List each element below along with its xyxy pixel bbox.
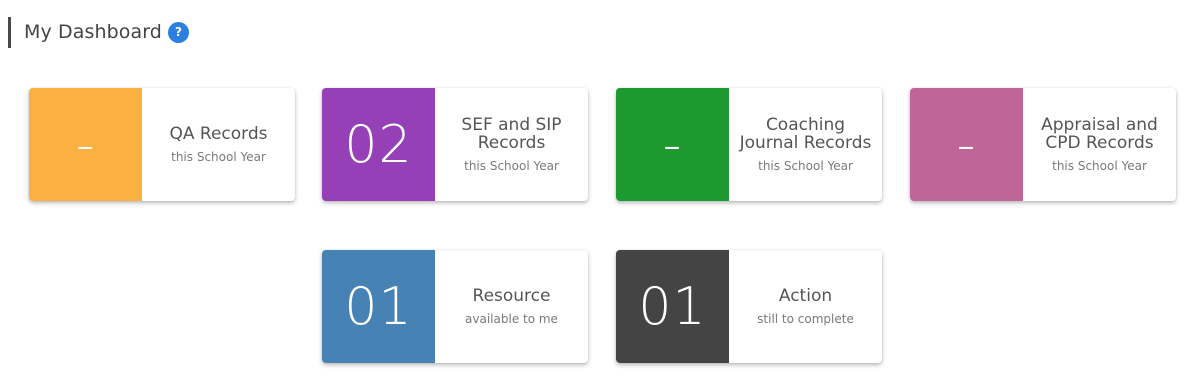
card-body: Appraisal and CPD Records this School Ye…	[1023, 88, 1176, 201]
card-title: Coaching Journal Records	[739, 115, 872, 153]
card-subtitle: still to complete	[757, 312, 854, 326]
card-title: Resource	[472, 286, 551, 306]
card-title: QA Records	[169, 124, 268, 144]
help-icon[interactable]: ?	[167, 21, 189, 43]
card-body: Coaching Journal Records this School Yea…	[729, 88, 882, 201]
card-body: SEF and SIP Records this School Year	[435, 88, 588, 201]
card-appraisal-cpd-records[interactable]: - Appraisal and CPD Records this School …	[910, 88, 1176, 201]
header-accent-bar	[8, 16, 11, 48]
card-subtitle: this School Year	[464, 159, 559, 173]
card-sef-sip-records[interactable]: 02 SEF and SIP Records this School Year	[322, 88, 588, 201]
card-subtitle: this School Year	[1052, 159, 1147, 173]
card-title: Appraisal and CPD Records	[1041, 115, 1158, 153]
card-body: Resource available to me	[435, 250, 588, 363]
card-value-tile: -	[616, 88, 729, 201]
card-action[interactable]: 01 Action still to complete	[616, 250, 882, 363]
card-coaching-journal-records[interactable]: - Coaching Journal Records this School Y…	[616, 88, 882, 201]
dashboard-page: My Dashboard ? - QA Records this School …	[0, 0, 1200, 384]
page-title: My Dashboard	[24, 21, 162, 43]
card-title: SEF and SIP Records	[461, 115, 562, 153]
card-subtitle: available to me	[465, 312, 558, 326]
card-value-tile: 01	[616, 250, 729, 363]
card-subtitle: this School Year	[758, 159, 853, 173]
card-body: QA Records this School Year	[142, 88, 295, 201]
card-title: Action	[778, 286, 833, 306]
card-value-tile: 01	[322, 250, 435, 363]
card-qa-records[interactable]: - QA Records this School Year	[29, 88, 295, 201]
card-subtitle: this School Year	[171, 150, 266, 164]
dashboard-header: My Dashboard ?	[8, 16, 189, 48]
card-resource[interactable]: 01 Resource available to me	[322, 250, 588, 363]
card-value-tile: -	[29, 88, 142, 201]
card-value-tile: -	[910, 88, 1023, 201]
card-value-tile: 02	[322, 88, 435, 201]
card-body: Action still to complete	[729, 250, 882, 363]
